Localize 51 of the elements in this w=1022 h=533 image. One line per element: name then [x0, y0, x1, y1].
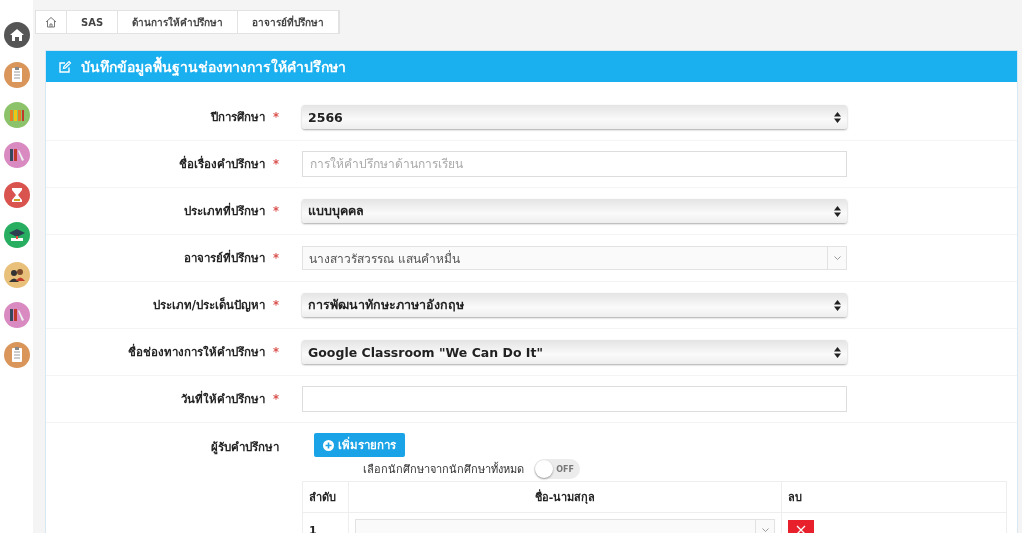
breadcrumb-link[interactable]: อาจารย์ที่ปรึกษา: [238, 11, 340, 33]
hourglass-icon[interactable]: [3, 182, 30, 208]
required-mark: *: [273, 251, 279, 265]
chevron-down-icon: [761, 528, 769, 532]
required-mark: *: [273, 204, 279, 218]
field-label: ปีการศึกษา: [210, 110, 265, 124]
required-mark: *: [273, 110, 279, 124]
toggle-label: เลือกนักศึกษาจากนักศึกษาทั้งหมด: [363, 461, 524, 478]
field-label: ผู้รับคำปรึกษา: [211, 440, 279, 454]
close-icon: [796, 525, 806, 533]
breadcrumb-link[interactable]: SAS: [67, 11, 119, 33]
up-down-icon: [834, 299, 841, 311]
required-mark: *: [273, 392, 279, 406]
field-label: ประเภท/ประเด็นปัญหา: [152, 298, 265, 312]
field-label: ประเภทที่ปรึกษา: [183, 204, 265, 218]
field-label: ชื่อช่องทางการให้คำปรึกษา: [127, 345, 265, 359]
people-icon[interactable]: [3, 262, 30, 288]
breadcrumb-link[interactable]: ด้านการให้คำปรึกษา: [118, 11, 239, 33]
home-icon[interactable]: [3, 22, 30, 48]
up-down-icon: [834, 111, 841, 123]
column-header: ชื่อ-นามสกุล: [348, 481, 782, 513]
text-field[interactable]: [302, 386, 847, 412]
required-mark: *: [273, 298, 279, 312]
clipboard-icon[interactable]: [3, 342, 30, 368]
column-header: ลบ: [781, 481, 1007, 513]
house-icon: [45, 16, 57, 28]
up-down-icon: [834, 205, 841, 217]
edit-icon: [58, 59, 72, 74]
table-cell: 1: [302, 512, 349, 533]
select-field[interactable]: แบบบุคคล: [302, 199, 847, 223]
up-down-icon: [834, 346, 841, 358]
column-header: ลำดับ: [302, 481, 349, 513]
required-mark: *: [273, 345, 279, 359]
panel-title: บันทึกข้อมูลพื้นฐานช่องทางการให้คำปรึกษา: [81, 55, 346, 78]
field-label: วันที่ให้คำปรึกษา: [180, 392, 265, 406]
binders-icon[interactable]: [3, 102, 30, 128]
field-label: อาจารย์ที่ปรึกษา: [183, 251, 265, 265]
plus-circle-icon: [323, 439, 334, 451]
binders-icon[interactable]: [3, 142, 30, 168]
text-field[interactable]: การให้คำปรึกษาด้านการเรียน: [302, 151, 847, 177]
select-field[interactable]: Google Classroom "We Can Do It": [302, 340, 847, 364]
chevron-down-icon: [833, 256, 841, 260]
graduation-icon[interactable]: [3, 222, 30, 248]
select-field[interactable]: 2566: [302, 105, 847, 129]
binders-icon[interactable]: [3, 302, 30, 328]
toggle-switch[interactable]: OFF: [534, 459, 580, 479]
field-label: ชื่อเรื่องคำปรึกษา: [178, 157, 265, 171]
clipboard-icon[interactable]: [3, 62, 30, 88]
required-mark: *: [273, 157, 279, 171]
dropdown-field[interactable]: นางสาวรัสวรรณ แสนคำหมื่น: [302, 246, 847, 270]
select-field[interactable]: การพัฒนาทักษะภาษาอังกฤษ: [302, 293, 847, 317]
